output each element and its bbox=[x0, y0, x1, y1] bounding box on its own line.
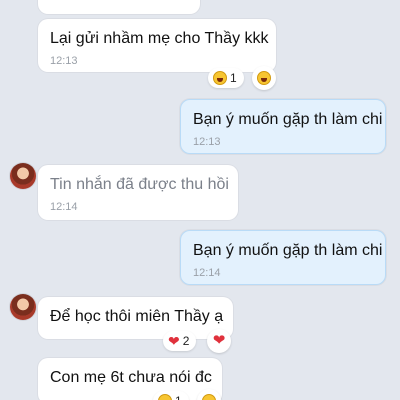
heart-icon: ❤ bbox=[212, 332, 226, 349]
message-bubble-recalled[interactable]: Tin nhắn đã được thu hồi 12:14 bbox=[38, 165, 238, 220]
reaction-count: 1 bbox=[230, 71, 237, 85]
message-bubble-partial[interactable] bbox=[38, 0, 200, 14]
message-text: Lại gửi nhầm mẹ cho Thầy kkk bbox=[50, 30, 269, 47]
message-time: 12:13 bbox=[193, 136, 221, 148]
message-bubble-outgoing[interactable]: Bạn ý muốn gặp th làm chi 12:13 bbox=[180, 99, 386, 154]
message-text: Bạn ý muốn gặp th làm chi bbox=[193, 242, 383, 259]
laugh-emoji-icon bbox=[158, 394, 172, 400]
heart-icon: ❤ bbox=[168, 333, 180, 349]
message-bubble-incoming[interactable]: Lại gửi nhầm mẹ cho Thầy kkk 12:13 bbox=[38, 19, 276, 72]
reaction-count: 2 bbox=[182, 334, 190, 348]
laugh-emoji-icon bbox=[202, 394, 216, 400]
message-text: Để học thôi miên Thầy ạ bbox=[50, 308, 224, 325]
add-reaction-button[interactable] bbox=[252, 66, 276, 90]
message-bubble-outgoing[interactable]: Bạn ý muốn gặp th làm chi 12:14 bbox=[180, 230, 386, 285]
message-text: Bạn ý muốn gặp th làm chi bbox=[193, 111, 383, 128]
add-reaction-button[interactable]: ❤ bbox=[207, 329, 231, 353]
sender-avatar[interactable] bbox=[10, 294, 36, 320]
message-time: 12:14 bbox=[193, 267, 221, 279]
reaction-summary[interactable]: ❤ 2 bbox=[163, 331, 197, 351]
sender-avatar[interactable] bbox=[10, 163, 36, 189]
recalled-message-text: Tin nhắn đã được thu hồi bbox=[50, 176, 229, 193]
message-bubble-incoming[interactable]: Con mẹ 6t chưa nói đc bbox=[38, 358, 222, 400]
message-bubble-incoming[interactable]: Để học thôi miên Thầy ạ bbox=[38, 297, 233, 339]
message-time: 12:14 bbox=[50, 201, 78, 213]
laugh-emoji-icon bbox=[213, 71, 227, 85]
reaction-summary[interactable]: 1 bbox=[208, 68, 244, 88]
message-text: Con mẹ 6t chưa nói đc bbox=[50, 369, 212, 386]
reaction-count: 1 bbox=[175, 394, 182, 400]
message-time: 12:13 bbox=[50, 55, 78, 67]
laugh-emoji-icon bbox=[257, 71, 271, 85]
reaction-summary[interactable]: 1 bbox=[153, 391, 189, 400]
